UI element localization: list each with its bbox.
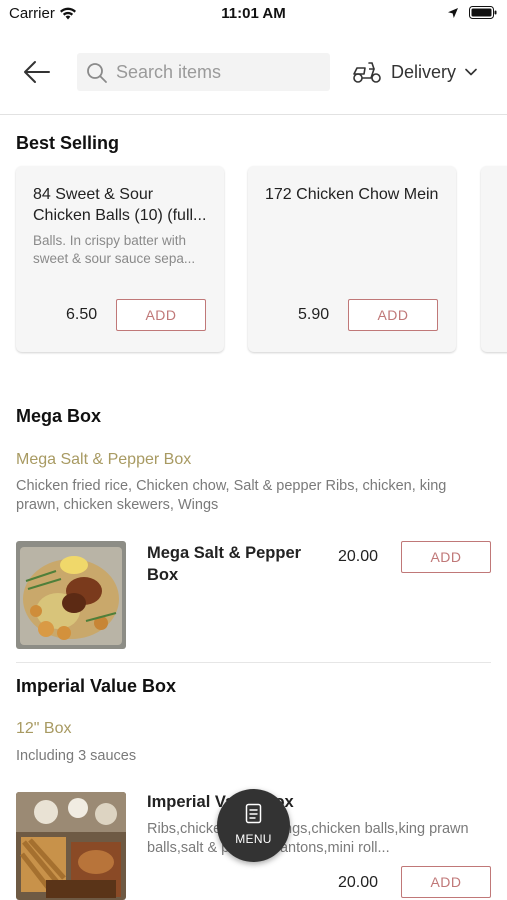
status-bar: Carrier 11:01 AM (0, 0, 507, 30)
location-arrow-icon (448, 7, 458, 18)
mega-box-title: Mega Box (16, 406, 102, 426)
best-selling-card[interactable]: 84 Sweet & Sour Chicken Balls (10) (full… (16, 166, 224, 352)
imperial-value-box-subtitle: 12" Box (16, 720, 72, 737)
top-bar: Search items Delivery (0, 30, 507, 115)
imperial-value-box-title: Imperial Value Box (16, 676, 177, 696)
item-price: 20.00 (338, 548, 379, 565)
delivery-selector[interactable]: Delivery (352, 58, 477, 86)
add-button[interactable]: ADD (348, 299, 438, 331)
card-item-name: 172 Chicken Chow Mein (265, 186, 439, 203)
add-button[interactable]: ADD (401, 541, 491, 573)
card-item-description: Balls. In crispy batter with sweet & sou… (33, 233, 196, 266)
card-item-price: 5.90 (298, 306, 330, 323)
delivery-label: Delivery (391, 61, 457, 82)
best-selling-card[interactable]: 172 Chicken Chow Mein 5.90 ADD (248, 166, 456, 352)
imperial-value-box-description: Including 3 sauces (16, 748, 137, 764)
card-item-name: 84 Sweet & Sour Chicken Balls (10) (full… (33, 186, 207, 224)
search-placeholder: Search items (116, 62, 222, 82)
search-box[interactable]: Search items (77, 53, 330, 91)
back-button[interactable] (22, 58, 52, 86)
mega-box-subtitle: Mega Salt & Pepper Box (16, 451, 192, 468)
scooter-icon (353, 62, 381, 83)
status-time: 11:01 AM (221, 5, 286, 22)
food-image (16, 792, 126, 900)
search-icon (87, 63, 107, 83)
add-button[interactable]: ADD (401, 866, 491, 898)
menu-book-icon (245, 803, 262, 824)
status-right (447, 6, 497, 19)
best-selling-title: Best Selling (16, 133, 120, 153)
best-selling-card-partial[interactable] (481, 166, 507, 352)
add-button[interactable]: ADD (116, 299, 206, 331)
section-divider (16, 662, 491, 663)
mega-box-description: Chicken fried rice, Chicken chow, Salt &… (16, 478, 447, 513)
item-description: Ribs,chicken chow,wings,chicken balls,ki… (147, 821, 469, 856)
menu-button-label: MENU (235, 832, 272, 846)
battery-icon (469, 6, 497, 19)
card-item-price: 6.50 (66, 306, 98, 323)
food-image (16, 541, 126, 649)
menu-button[interactable]: MENU (217, 789, 290, 862)
item-price: 20.00 (338, 874, 379, 891)
chevron-down-icon (465, 68, 477, 76)
item-name: Mega Salt & Pepper Box (147, 544, 302, 584)
back-arrow-icon (24, 61, 50, 83)
